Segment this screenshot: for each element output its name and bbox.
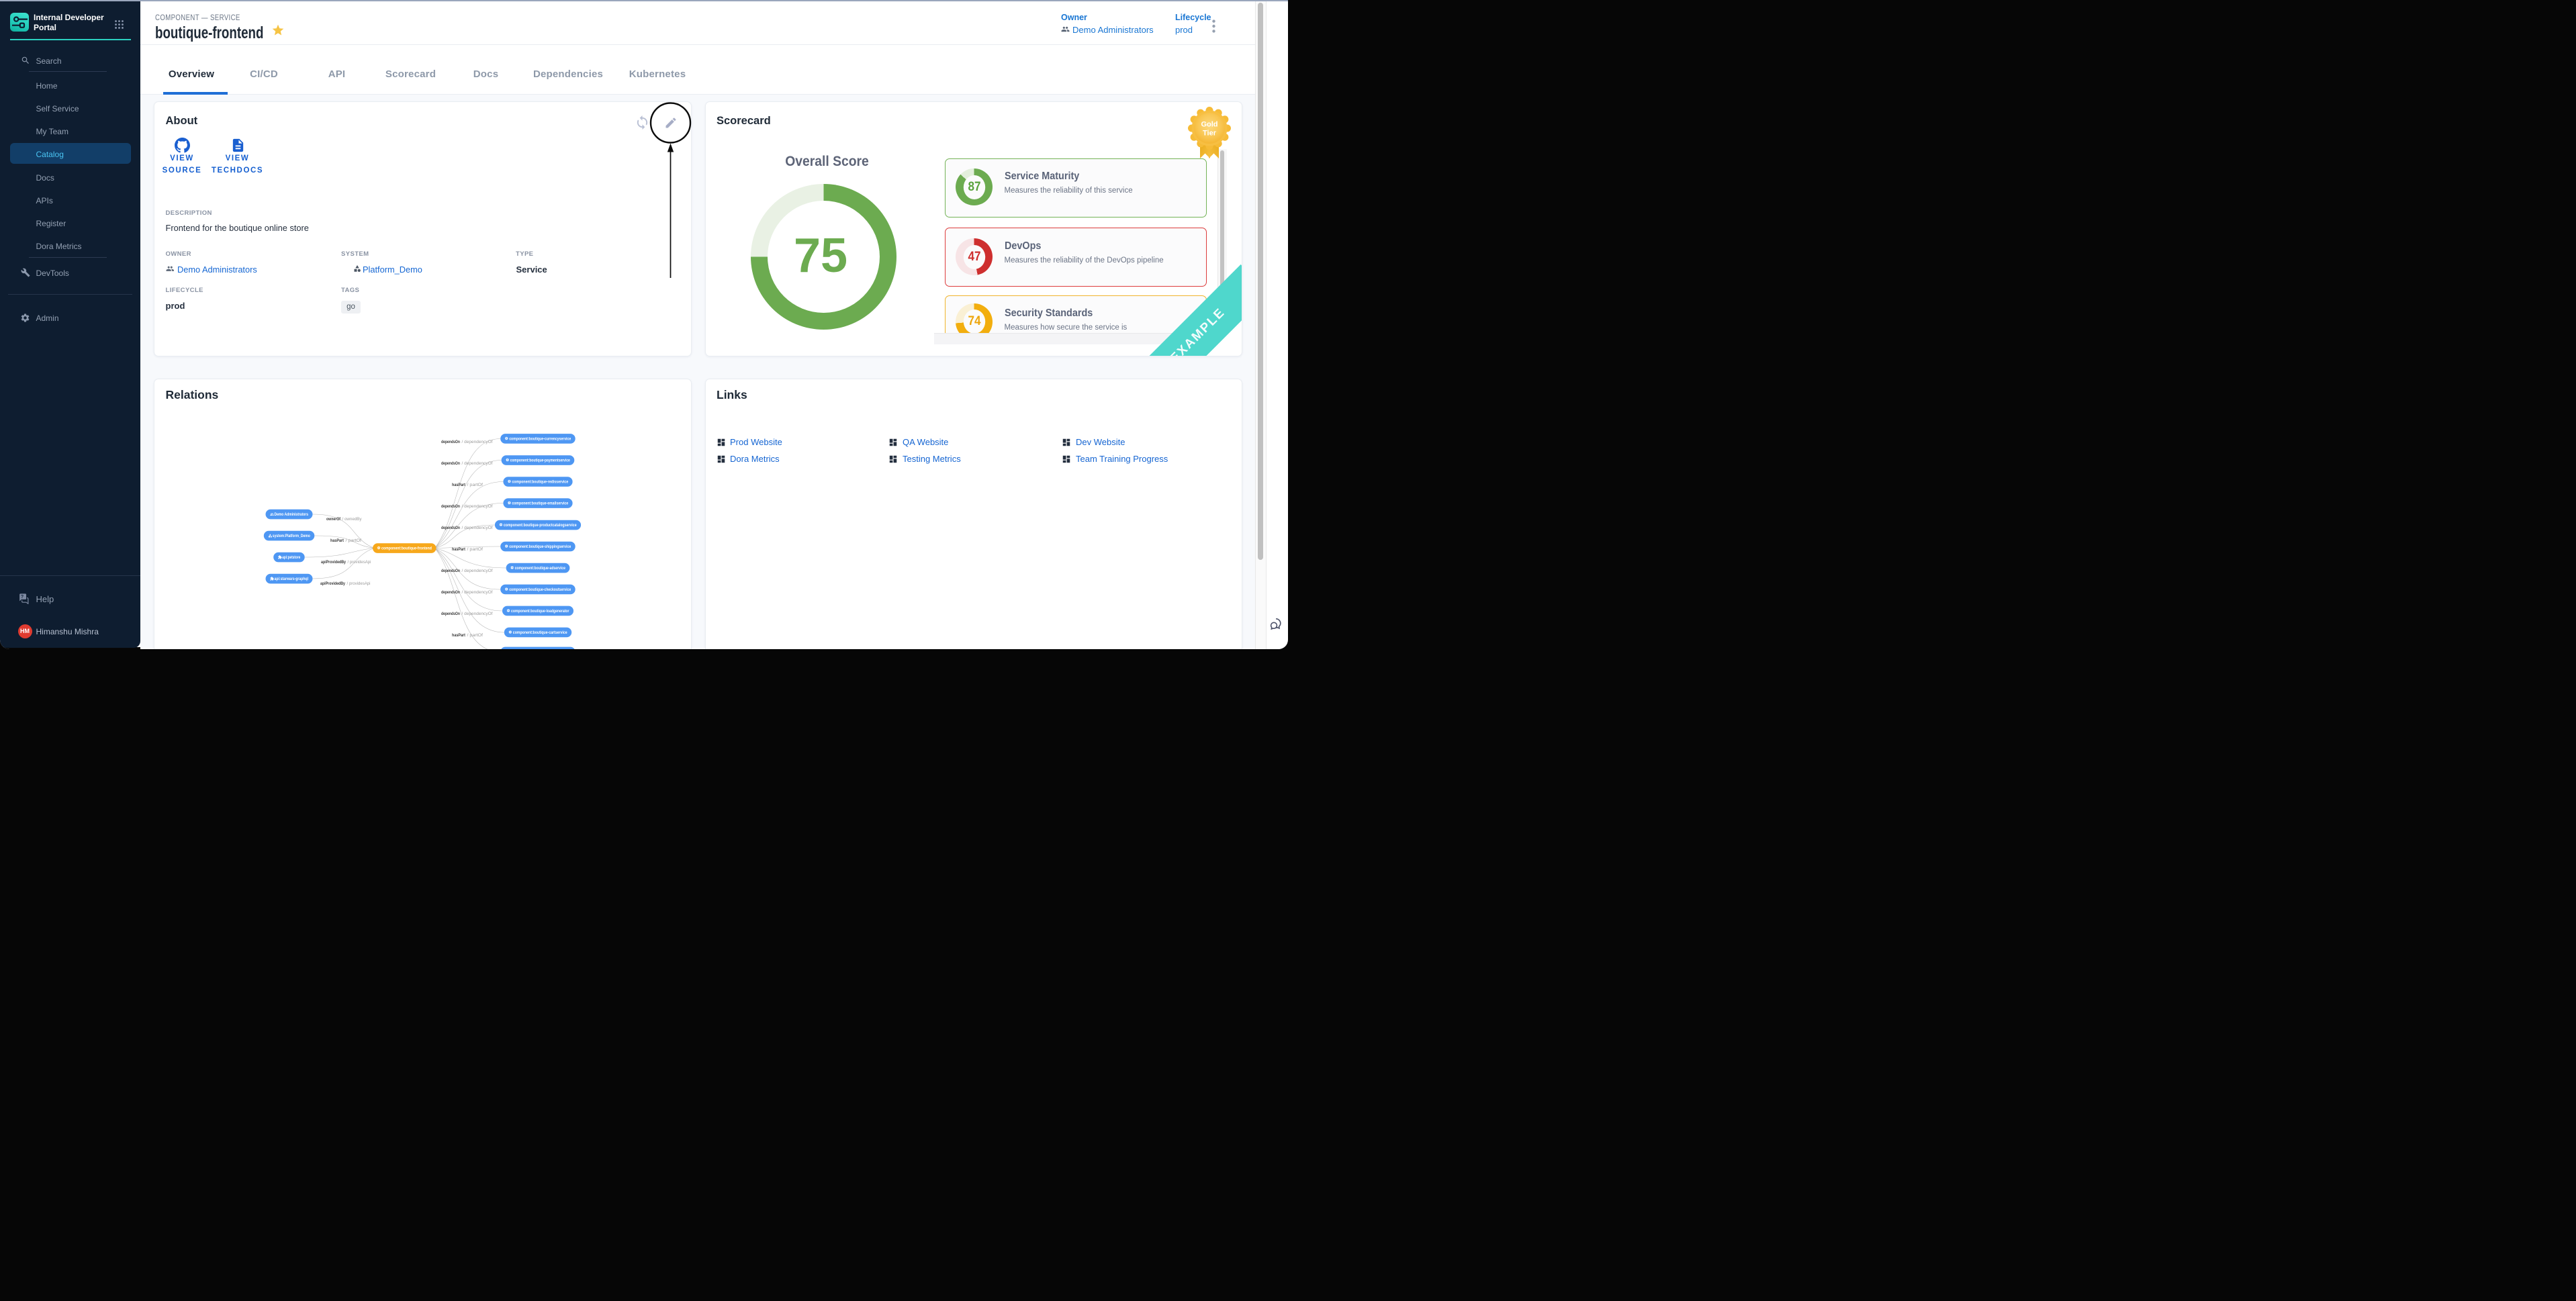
- svg-text:apiProvidedBy: apiProvidedBy: [320, 581, 345, 586]
- svg-text:component:boutique-frontend: component:boutique-frontend: [381, 547, 432, 551]
- svg-text:ownerOf: ownerOf: [326, 517, 341, 522]
- svg-text:/ dependencyOf: / dependencyOf: [462, 526, 493, 530]
- svg-text:component:boutique-paymentserv: component:boutique-paymentservice: [510, 459, 571, 463]
- svg-text:/ ownedBy: / ownedBy: [342, 517, 363, 522]
- svg-text:?: ?: [21, 594, 24, 599]
- svg-text:/ dependencyOf: / dependencyOf: [462, 461, 493, 466]
- svg-text:apiProvidedBy: apiProvidedBy: [321, 560, 346, 565]
- svg-text:hasPart: hasPart: [452, 633, 466, 638]
- svg-text:component:boutique-loadgenerat: component:boutique-loadgenerator: [511, 610, 569, 614]
- svg-text:dependsOn: dependsOn: [441, 504, 460, 509]
- svg-text:/ providesApi: / providesApi: [347, 581, 371, 586]
- svg-text:hasPart: hasPart: [330, 538, 344, 543]
- svg-text:api:starwars-graphql: api:starwars-graphql: [275, 577, 309, 581]
- svg-text:Tier: Tier: [1203, 129, 1217, 137]
- svg-text:dependsOn: dependsOn: [441, 590, 460, 595]
- svg-text:/ providesApi: / providesApi: [348, 560, 371, 565]
- svg-text:/ dependencyOf: / dependencyOf: [462, 590, 493, 595]
- svg-text:api:petstore: api:petstore: [282, 556, 301, 560]
- svg-text:dependsOn: dependsOn: [441, 526, 460, 530]
- svg-text:Gold: Gold: [1201, 120, 1217, 128]
- svg-text:/ partOf: / partOf: [467, 483, 484, 487]
- svg-text:Demo Administrators: Demo Administrators: [275, 513, 309, 517]
- svg-text:/ dependencyOf: / dependencyOf: [462, 440, 493, 444]
- svg-text:/ partOf: / partOf: [346, 538, 362, 543]
- svg-text:system:Platform_Demo: system:Platform_Demo: [273, 534, 310, 538]
- svg-text:dependsOn: dependsOn: [441, 440, 460, 444]
- svg-text:dependsOn: dependsOn: [441, 461, 460, 466]
- svg-text:component:boutique-cartservice: component:boutique-cartservice: [513, 631, 567, 635]
- svg-text:component:boutique-emailservic: component:boutique-emailservice: [512, 502, 568, 506]
- svg-text:/ partOf: / partOf: [467, 633, 484, 638]
- svg-text:component:boutique-shippingser: component:boutique-shippingservice: [509, 545, 571, 549]
- svg-text:dependsOn: dependsOn: [441, 569, 460, 573]
- svg-text:hasPart: hasPart: [452, 483, 466, 487]
- svg-text:component:boutique-redisservic: component:boutique-redisservice: [512, 481, 568, 485]
- svg-text:component:boutique-adservice: component:boutique-adservice: [515, 567, 566, 571]
- svg-text:component:boutique-productcata: component:boutique-productcatalogservice: [504, 524, 577, 528]
- svg-text:component:boutique-currencyser: component:boutique-currencyservice: [509, 438, 571, 442]
- svg-text:component:boutique-checkoutser: component:boutique-checkoutservice: [509, 588, 571, 592]
- svg-text:/ dependencyOf: / dependencyOf: [462, 504, 493, 509]
- svg-text:dependsOn: dependsOn: [441, 612, 460, 616]
- svg-text:/ dependencyOf: / dependencyOf: [462, 569, 493, 573]
- svg-text:/ dependencyOf: / dependencyOf: [462, 612, 493, 616]
- svg-text:hasPart: hasPart: [452, 547, 466, 552]
- svg-text:/ partOf: / partOf: [467, 547, 484, 552]
